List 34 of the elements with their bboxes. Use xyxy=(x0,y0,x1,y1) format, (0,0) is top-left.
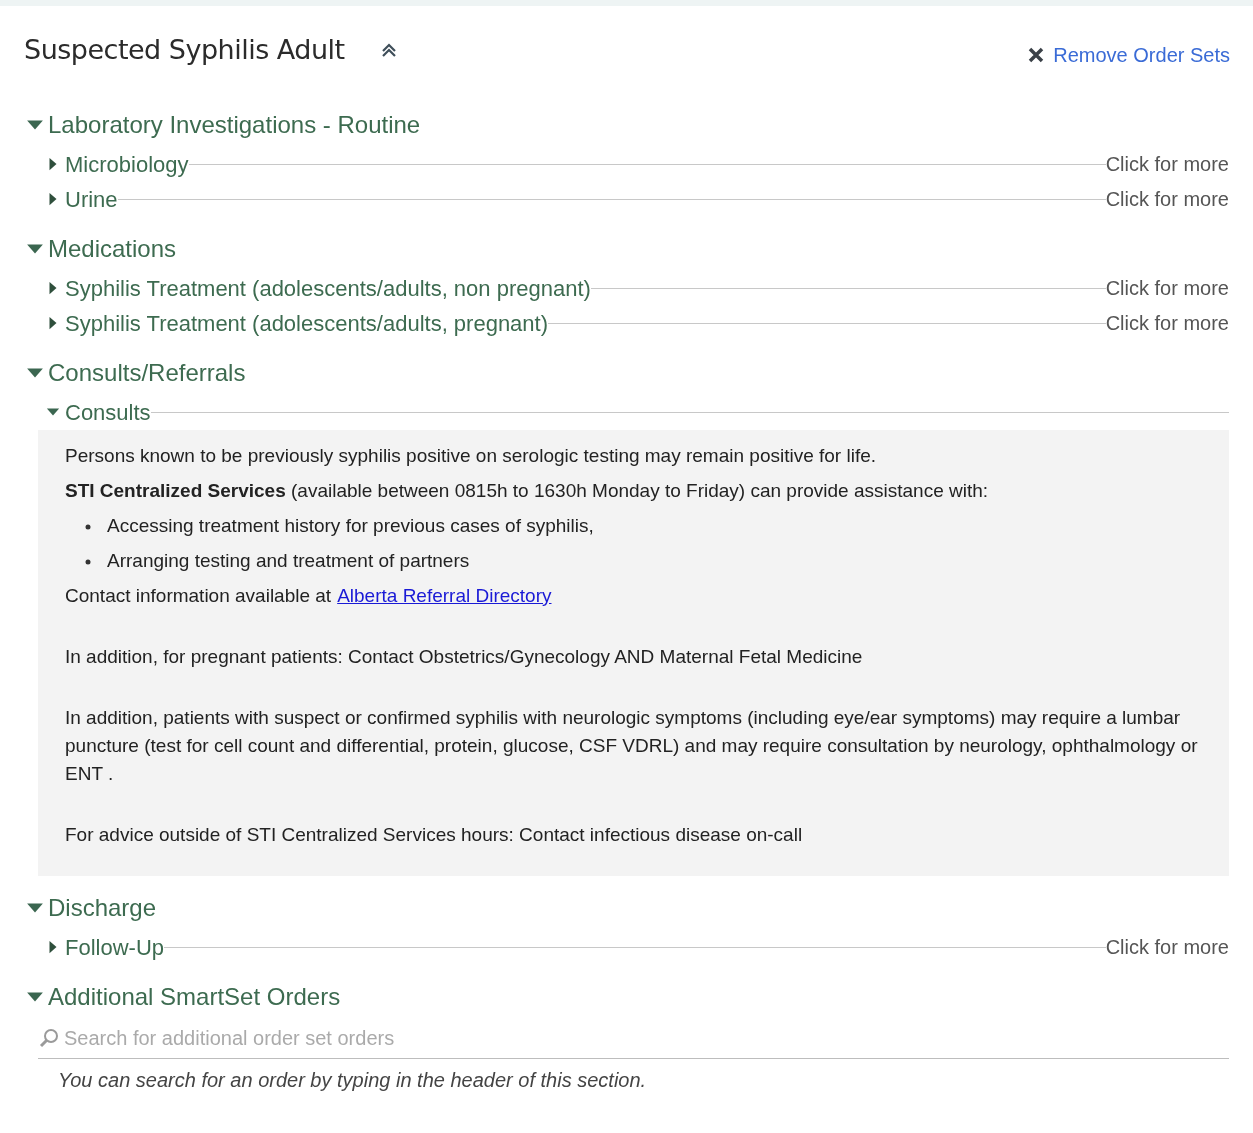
order-group-header[interactable]: Follow-Up xyxy=(46,930,165,964)
bullet-text: Accessing treatment history for previous cases of syphilis, xyxy=(107,513,594,538)
section-header[interactable]: Additional SmartSet Orders xyxy=(26,980,1229,1013)
click-for-more-link[interactable]: Click for more xyxy=(1105,308,1229,338)
info-text: Contact information available at xyxy=(65,583,332,608)
order-set-title: Suspected Syphilis Adult xyxy=(24,33,345,67)
remove-order-sets-link[interactable]: Remove Order Sets xyxy=(1027,40,1230,70)
order-group-header[interactable]: Consults xyxy=(46,395,151,429)
collapse-icon[interactable] xyxy=(380,42,397,59)
info-paragraph: In addition, patients with suspect or confirmed syphilis with neurologic symptoms (including eye/ear symptoms) may require a lumbar puncture (test for cell count and differential, protein, glucose, CSF VDRL) and may require consultation by neurology, ophthalmology or ENT . xyxy=(65,705,1199,786)
section-header[interactable]: Medications xyxy=(26,232,1229,265)
search-field[interactable]: Search for additional order set orders xyxy=(64,1023,1229,1053)
section-header[interactable]: Discharge xyxy=(26,891,1229,924)
click-for-more-link[interactable]: Click for more xyxy=(1105,273,1229,303)
order-group-header[interactable]: Syphilis Treatment (adolescents/adults, non pregnant) xyxy=(46,271,591,305)
bullet-text: Arranging testing and treatment of partners xyxy=(107,548,470,573)
click-for-more-link[interactable]: Click for more xyxy=(1105,149,1229,179)
info-text: Persons known to be previously syphilis positive on serologic testing may remain positive for life. xyxy=(65,443,878,468)
referral-link[interactable]: Alberta Referral Directory xyxy=(337,581,552,610)
order-group-header[interactable]: Syphilis Treatment (adolescents/adults, pregnant) xyxy=(46,306,549,340)
order-group-header[interactable]: Microbiology xyxy=(46,147,189,181)
click-for-more-link[interactable]: Click for more xyxy=(1105,932,1229,962)
close-icon xyxy=(1027,46,1046,64)
info-paragraph: For advice outside of STI Centralized Services hours: Contact infectious disease on-call xyxy=(65,822,804,847)
bullet-icon xyxy=(85,558,91,565)
info-text: STI Centralized Services (available between 0815h to 1630h Monday to Friday) can provide assistance with: xyxy=(65,478,990,503)
section-header[interactable]: Laboratory Investigations - Routine xyxy=(26,108,1229,141)
section-header[interactable]: Consults/Referrals xyxy=(26,356,1229,389)
search-hint: You can search for an order by typing in the header of this section. xyxy=(58,1067,648,1093)
info-paragraph: In addition, for pregnant patients: Contact Obstetrics/Gynecology AND Maternal Fetal Medicine xyxy=(65,644,864,669)
order-group-header[interactable]: Urine xyxy=(46,182,118,216)
click-for-more-link[interactable]: Click for more xyxy=(1105,184,1229,214)
search-icon xyxy=(38,1027,60,1049)
bullet-icon xyxy=(85,523,91,530)
